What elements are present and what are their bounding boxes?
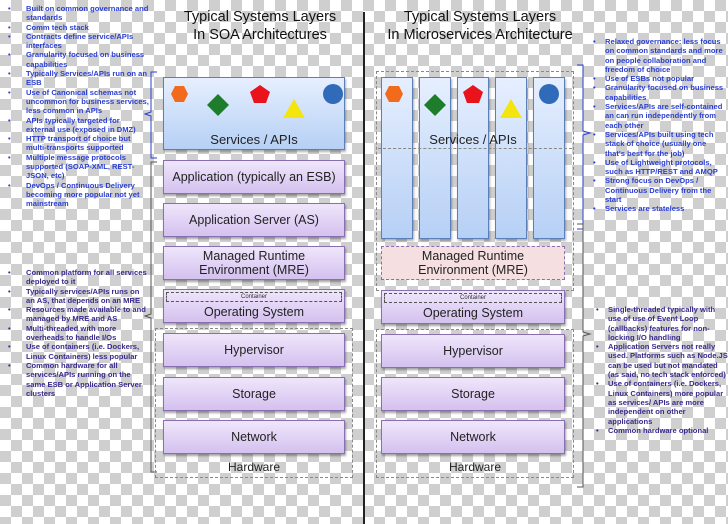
ms-note: Services/APIs built using tech stack of … [593,130,728,158]
pentagon-icon [463,85,483,103]
soa-service-shapes [171,84,343,118]
ms-layer-network: Network [381,420,565,454]
soa-note: DevOps / Continuous Delivery becoming mo… [0,181,150,209]
ms-note: Strong focus on DevOps / Continuous Deli… [593,176,728,204]
ms-note: Services are stateless [593,204,728,214]
soa-note: Built on common governance and standards [0,4,150,23]
soa-container-label: Container [240,294,267,300]
soa-note: Use of Canonical schemas not uncommon fo… [0,88,150,116]
ms-mre-line2: Environment (MRE) [418,263,528,277]
ms-layer-storage: Storage [381,377,565,411]
column-divider [363,12,365,524]
soa-notes-top: Built on common governance and standards… [0,4,150,209]
soa-note: Common platform for all services deploye… [0,268,150,287]
soa-note: Comm tech stack [0,23,150,33]
ms-note: Services/APIs are self-contained an can … [593,102,728,130]
soa-services-label: Services / APIs [210,132,298,147]
soa-title-line2: In SOA Architectures [193,27,327,43]
ms-top-brace [577,64,592,230]
ms-bottom-brace [577,223,592,488]
ms-note: Use of Lightweight protocols, such as HT… [593,158,728,177]
ms-service-shapes [385,84,559,118]
soa-layer-mre: Managed Runtime Environment (MRE) [163,246,345,280]
ms-note: Relaxed governance: less focus on common… [593,37,728,74]
ms-title-line1: Typical Systems Layers [403,9,557,25]
triangle-icon [283,99,305,118]
ms-os-label: Operating System [422,306,524,320]
soa-layer-app-server: Application Server (AS) [163,203,345,237]
soa-title: Typical Systems Layers In SOA Architectu… [160,8,360,44]
ms-container-label: Container [459,295,486,301]
soa-os-label: Operating System [203,305,305,319]
circle-icon [323,84,343,104]
diamond-icon [207,94,229,116]
soa-container-box: Container [166,292,342,302]
ms-note: Application Servers not really used. Pla… [596,342,728,379]
soa-note: Use of containers (i.e. Dockers, Linux C… [0,342,150,361]
soa-mre-line1: Managed Runtime [202,249,306,263]
soa-note: HTTP transport of choice but multi-trans… [0,134,150,153]
hexagon-icon [171,86,188,102]
soa-note: Granularity focused on business capabili… [0,50,150,69]
soa-title-line1: Typical Systems Layers [183,9,337,25]
ms-title-line2: In Microservices Architecture [387,27,573,43]
ms-note: Granularity focused on business capabili… [593,83,728,102]
soa-layer-network: Network [163,420,345,454]
soa-note: Common hardware for all services/APIs ru… [0,361,150,398]
ms-services-band [378,148,572,149]
soa-note: Typically Services/APIs run on an ESB [0,69,150,88]
circle-icon [539,84,559,104]
soa-mre-line2: Environment (MRE) [199,263,309,277]
ms-mre-line1: Managed Runtime [421,249,525,263]
soa-note: Contracts define service/APIs interfaces [0,32,150,51]
ms-note: Single-threaded typically with use of us… [596,305,728,342]
ms-layer-hypervisor: Hypervisor [381,334,565,368]
ms-hardware-label: Hardware [448,460,502,474]
hexagon-icon [385,86,403,102]
soa-note: Typically services/APIs runs on an AS, t… [0,287,150,306]
soa-layer-storage: Storage [163,377,345,411]
triangle-icon [500,99,522,118]
ms-note: Use of containers (i.e. Dockers, Linux C… [596,379,728,425]
soa-top-brace [143,71,157,159]
ms-notes-bottom: Single-threaded typically with use of us… [596,305,728,435]
soa-notes-bottom: Common platform for all services deploye… [0,268,150,398]
ms-services-label: Services / APIs [429,132,517,147]
ms-note: Use of ESBs not popular [593,74,728,84]
soa-note: Resources made available to and managed … [0,305,150,324]
ms-container-box: Container [384,293,562,303]
ms-title: Typical Systems Layers In Microservices … [370,8,590,44]
pentagon-icon [250,85,270,103]
soa-hardware-label: Hardware [227,460,281,474]
ms-note: Common hardware optional [596,426,728,436]
soa-layer-hypervisor: Hypervisor [163,333,345,367]
soa-note: Multiple message protocols supported (SO… [0,153,150,181]
diamond-icon [424,94,446,116]
soa-note: APIs typically targeted for external use… [0,116,150,135]
ms-notes-top: Relaxed governance: less focus on common… [593,37,728,214]
soa-layer-application: Application (typically an ESB) [163,160,345,194]
ms-layer-mre: Managed Runtime Environment (MRE) [381,246,565,280]
soa-note: Multi-threaded with more overheads to ha… [0,324,150,343]
